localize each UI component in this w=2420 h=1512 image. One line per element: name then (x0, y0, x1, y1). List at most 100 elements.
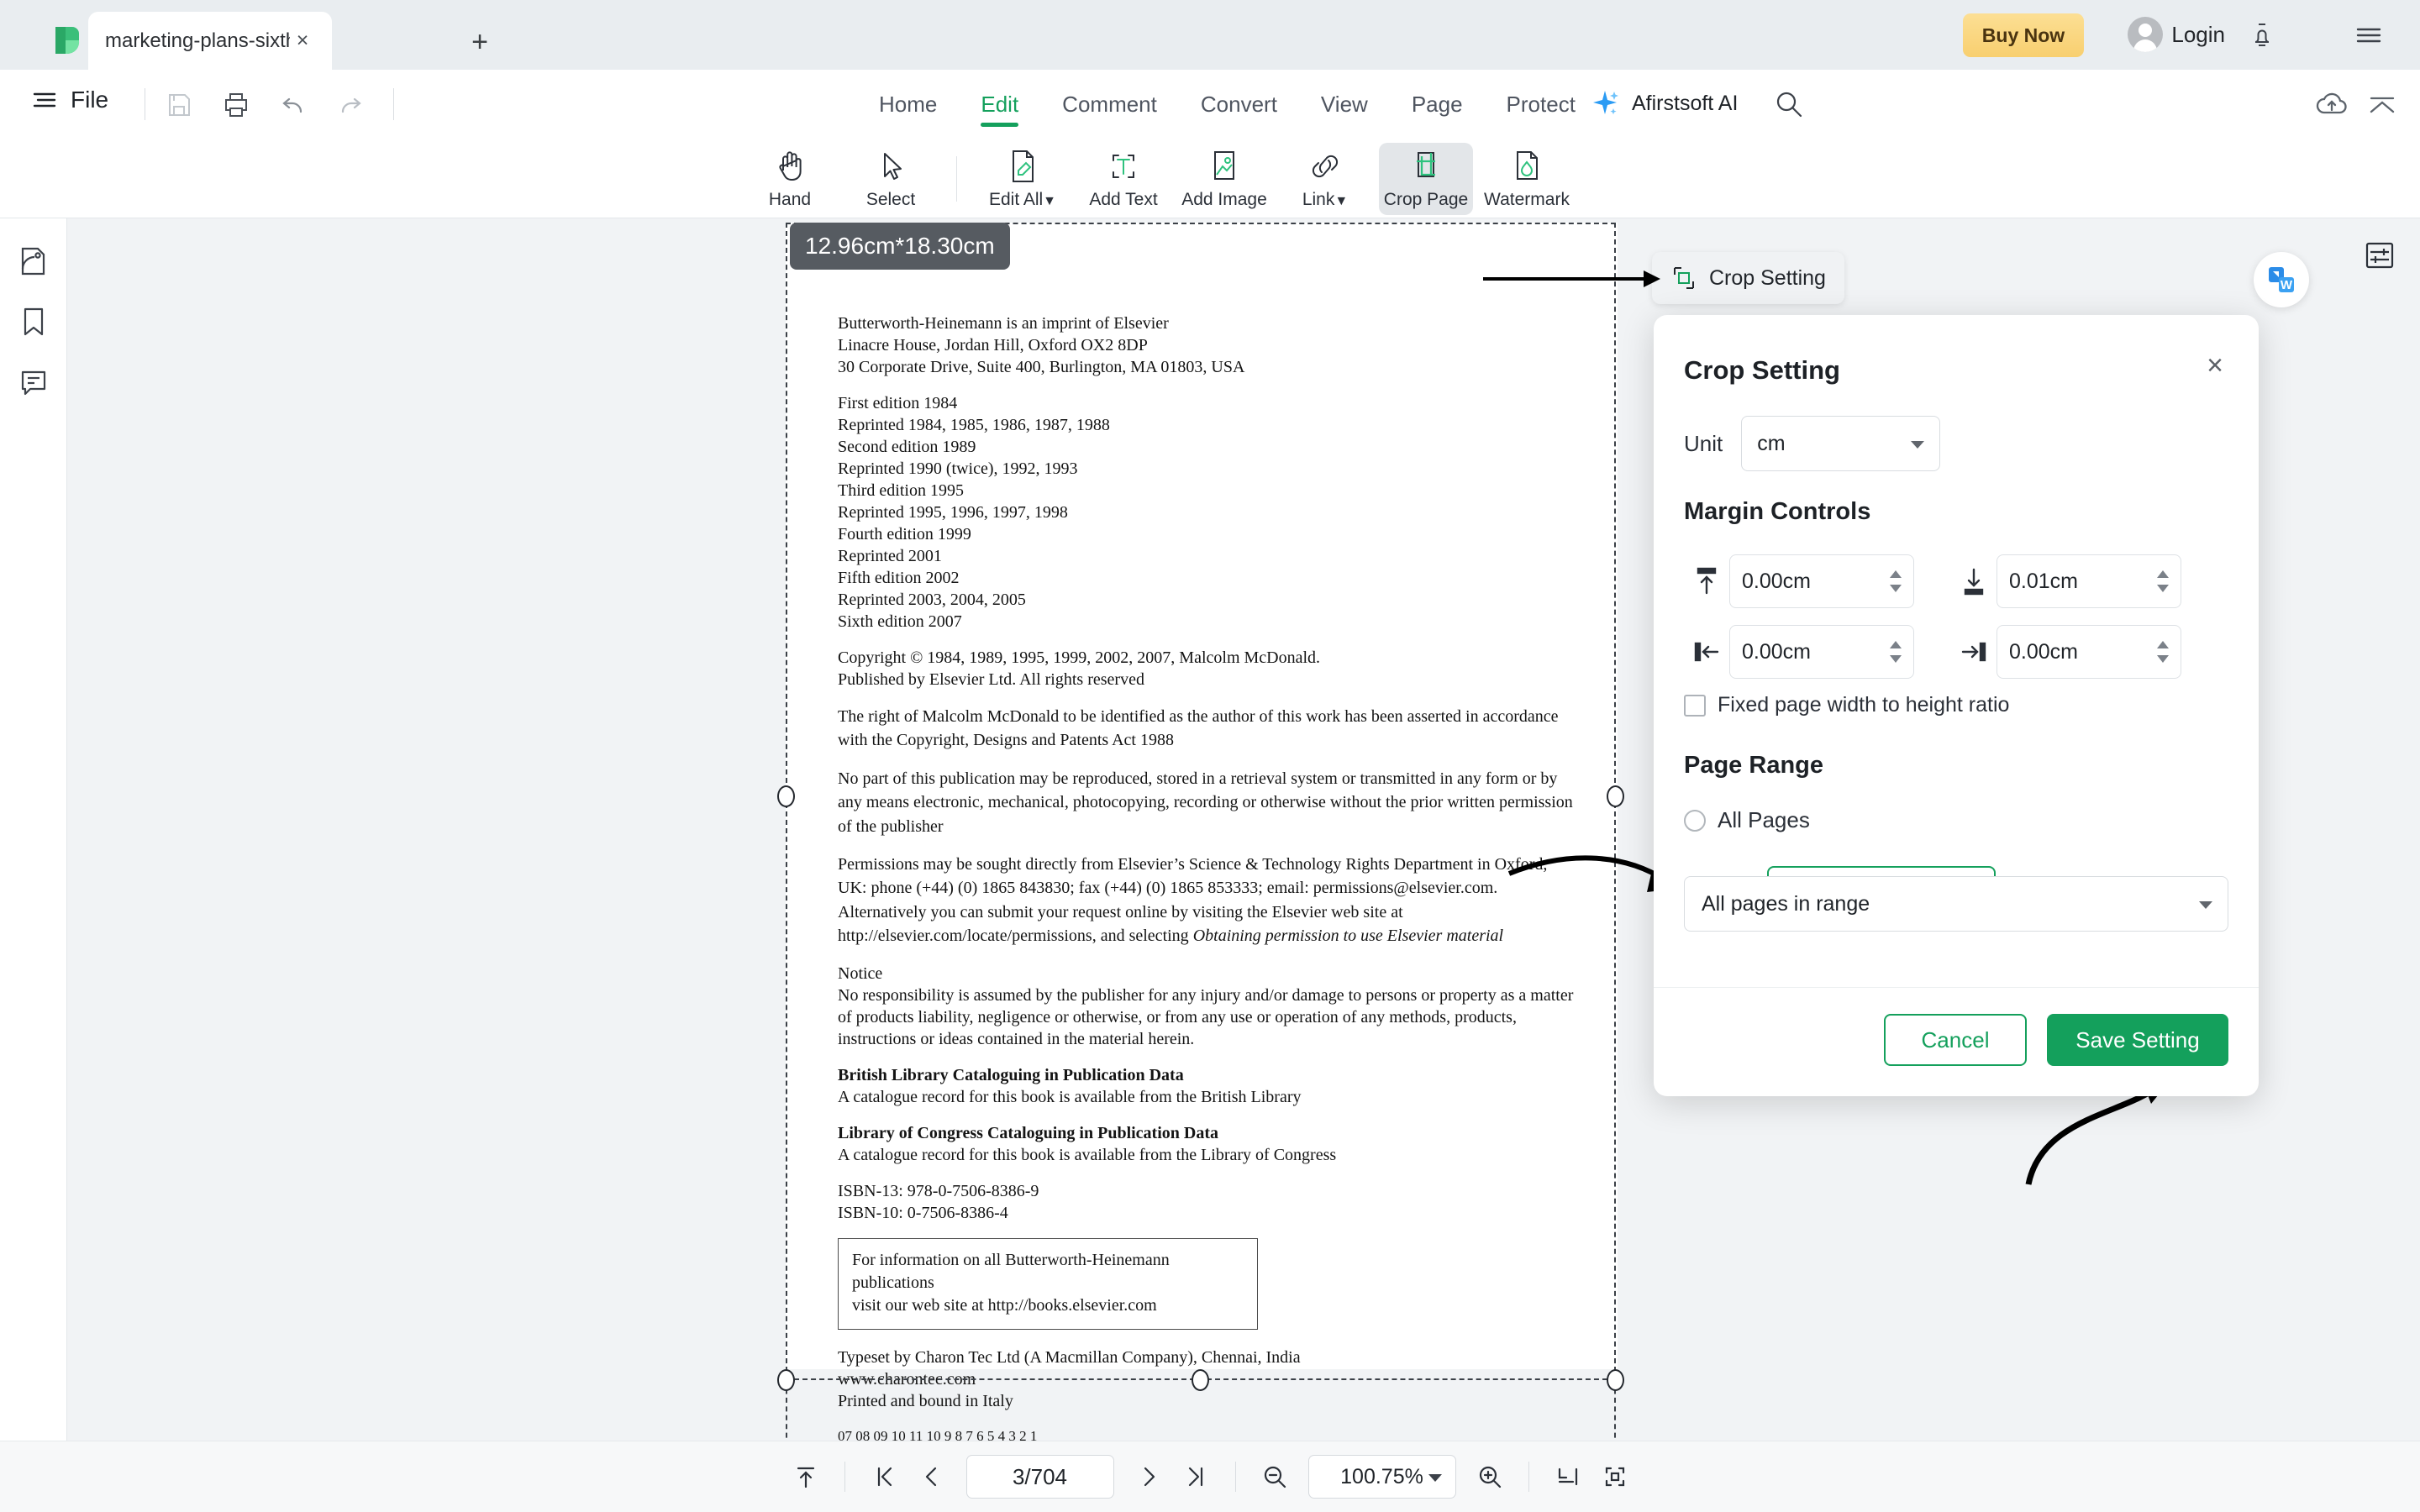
stepper-down-icon[interactable] (2157, 655, 2169, 663)
hamburger-icon[interactable] (2351, 18, 2386, 52)
thumbnails-icon[interactable] (14, 242, 53, 281)
tool-hand[interactable]: Hand (743, 143, 837, 215)
print-icon[interactable] (222, 92, 250, 118)
all-pages-radio-row[interactable]: All Pages (1684, 807, 1810, 833)
tool-hand-label: Hand (768, 189, 812, 209)
stepper-up-icon[interactable] (1890, 570, 1902, 578)
margin-right-value: 0.00cm (2009, 639, 2078, 664)
menu-item-protect[interactable]: Protect (1485, 70, 1597, 139)
first-page-icon[interactable] (860, 1456, 908, 1498)
watermark-icon (1511, 148, 1543, 185)
close-tab-icon[interactable]: × (290, 29, 315, 54)
page-range-mode-value: All pages in range (1702, 891, 1870, 916)
prev-page-icon[interactable] (908, 1456, 955, 1498)
menu-item-edit[interactable]: Edit (959, 70, 1040, 139)
chevron-down-icon (2199, 901, 2212, 909)
crop-handle-right-mid[interactable] (1607, 785, 1624, 807)
buy-now-button[interactable]: Buy Now (1963, 13, 2084, 57)
search-icon[interactable] (1773, 88, 1805, 120)
crop-setting-button-label: Crop Setting (1709, 265, 1826, 290)
menu-item-page[interactable]: Page (1390, 70, 1485, 139)
properties-panel-icon[interactable] (2361, 237, 2398, 274)
crop-selection-rect[interactable] (786, 223, 1616, 1380)
margin-right-stepper[interactable] (2157, 641, 2169, 663)
menu-item-home[interactable]: Home (857, 70, 959, 139)
next-page-icon[interactable] (1126, 1456, 1173, 1498)
afirstsoft-ai-button[interactable]: Afirstsoft AI (1588, 87, 1738, 120)
close-icon[interactable]: × (2196, 347, 2233, 384)
fixed-ratio-row[interactable]: Fixed page width to height ratio (1684, 693, 2009, 717)
margin-top-stepper[interactable] (1890, 570, 1902, 592)
margin-bottom-input[interactable]: 0.01cm (1996, 554, 2181, 608)
cloud-upload-icon[interactable] (2314, 90, 2349, 120)
bell-icon[interactable] (2245, 18, 2279, 52)
document-tab[interactable]: marketing-plans-sixth-e... × (88, 12, 332, 70)
tool-crop-page-label: Crop Page (1383, 189, 1469, 209)
zoom-in-icon[interactable] (1466, 1456, 1513, 1498)
crop-handle-bottom-mid[interactable] (1192, 1369, 1209, 1391)
cursor-icon (874, 148, 908, 185)
divider (1528, 1462, 1529, 1492)
stepper-up-icon[interactable] (2157, 641, 2169, 648)
fit-width-icon[interactable] (1544, 1456, 1591, 1498)
menu-item-convert[interactable]: Convert (1179, 70, 1299, 139)
tool-add-text-label: Add Text (1089, 189, 1158, 209)
tool-select[interactable]: Select (844, 143, 938, 215)
tool-watermark[interactable]: Watermark (1480, 143, 1574, 215)
main-menu: Home Edit Comment Convert View Page Prot… (857, 70, 1597, 139)
margin-bottom-stepper[interactable] (2157, 570, 2169, 592)
link-icon (1308, 148, 1342, 185)
tool-link[interactable]: Link▼ (1278, 143, 1372, 215)
undo-icon[interactable] (279, 92, 308, 118)
margin-left-value: 0.00cm (1742, 639, 1811, 664)
margin-top-input[interactable]: 0.00cm (1729, 554, 1914, 608)
unit-row: Unit cm (1684, 416, 1941, 471)
redo-icon[interactable] (336, 92, 365, 118)
new-tab-icon[interactable]: + (464, 27, 496, 59)
page-number-input[interactable]: 3/704 (965, 1455, 1114, 1499)
tool-edit-all[interactable]: Edit All▼ (976, 143, 1070, 215)
cancel-button[interactable]: Cancel (1884, 1014, 2027, 1066)
collapse-ribbon-icon[interactable] (2366, 92, 2398, 118)
menu-item-comment[interactable]: Comment (1040, 70, 1179, 139)
stepper-up-icon[interactable] (1890, 641, 1902, 648)
comments-icon[interactable] (14, 363, 53, 402)
stepper-down-icon[interactable] (2157, 585, 2169, 592)
margin-top-icon (1684, 561, 1729, 601)
crop-setting-button[interactable]: Crop Setting (1652, 252, 1844, 304)
margin-right-input[interactable]: 0.00cm (1996, 625, 2181, 679)
save-icon[interactable] (165, 92, 193, 118)
last-page-icon[interactable] (1173, 1456, 1220, 1498)
tool-edit-all-label: Edit All▼ (989, 190, 1056, 210)
stepper-up-icon[interactable] (2157, 570, 2169, 578)
convert-to-word-icon[interactable]: W (2254, 252, 2309, 307)
fixed-ratio-checkbox[interactable] (1684, 694, 1706, 717)
unit-select-value: cm (1757, 431, 1786, 455)
tool-add-image[interactable]: Add Image (1177, 143, 1271, 215)
stepper-down-icon[interactable] (1890, 585, 1902, 592)
zoom-out-icon[interactable] (1251, 1456, 1298, 1498)
crop-handle-bottom-left[interactable] (777, 1369, 795, 1391)
menu-item-view[interactable]: View (1299, 70, 1390, 139)
tool-crop-page[interactable]: Crop Page (1379, 142, 1473, 215)
margin-left-stepper[interactable] (1890, 641, 1902, 663)
crop-handle-bottom-right[interactable] (1607, 1369, 1624, 1391)
fixed-ratio-label: Fixed page width to height ratio (1718, 693, 2010, 717)
crop-handle-left-mid[interactable] (777, 785, 795, 807)
fit-page-icon[interactable] (1591, 1456, 1639, 1498)
scroll-top-icon[interactable] (782, 1456, 829, 1498)
divider (393, 88, 394, 120)
margin-left-input[interactable]: 0.00cm (1729, 625, 1914, 679)
margin-bottom-value: 0.01cm (2009, 569, 2078, 593)
unit-select[interactable]: cm (1741, 416, 1941, 471)
zoom-level-select[interactable]: 100.75% (1307, 1455, 1456, 1499)
bookmark-icon[interactable] (14, 302, 53, 341)
login-button[interactable]: Login (2128, 17, 2225, 52)
stepper-down-icon[interactable] (1890, 655, 1902, 663)
tool-add-text[interactable]: Add Text (1076, 143, 1171, 215)
status-bar: 3/704 100.75% (0, 1441, 2420, 1512)
page-range-mode-select[interactable]: All pages in range (1684, 876, 2228, 932)
all-pages-radio[interactable] (1684, 809, 1706, 832)
file-menu-button[interactable]: File (30, 87, 108, 113)
save-setting-button[interactable]: Save Setting (2047, 1014, 2228, 1066)
